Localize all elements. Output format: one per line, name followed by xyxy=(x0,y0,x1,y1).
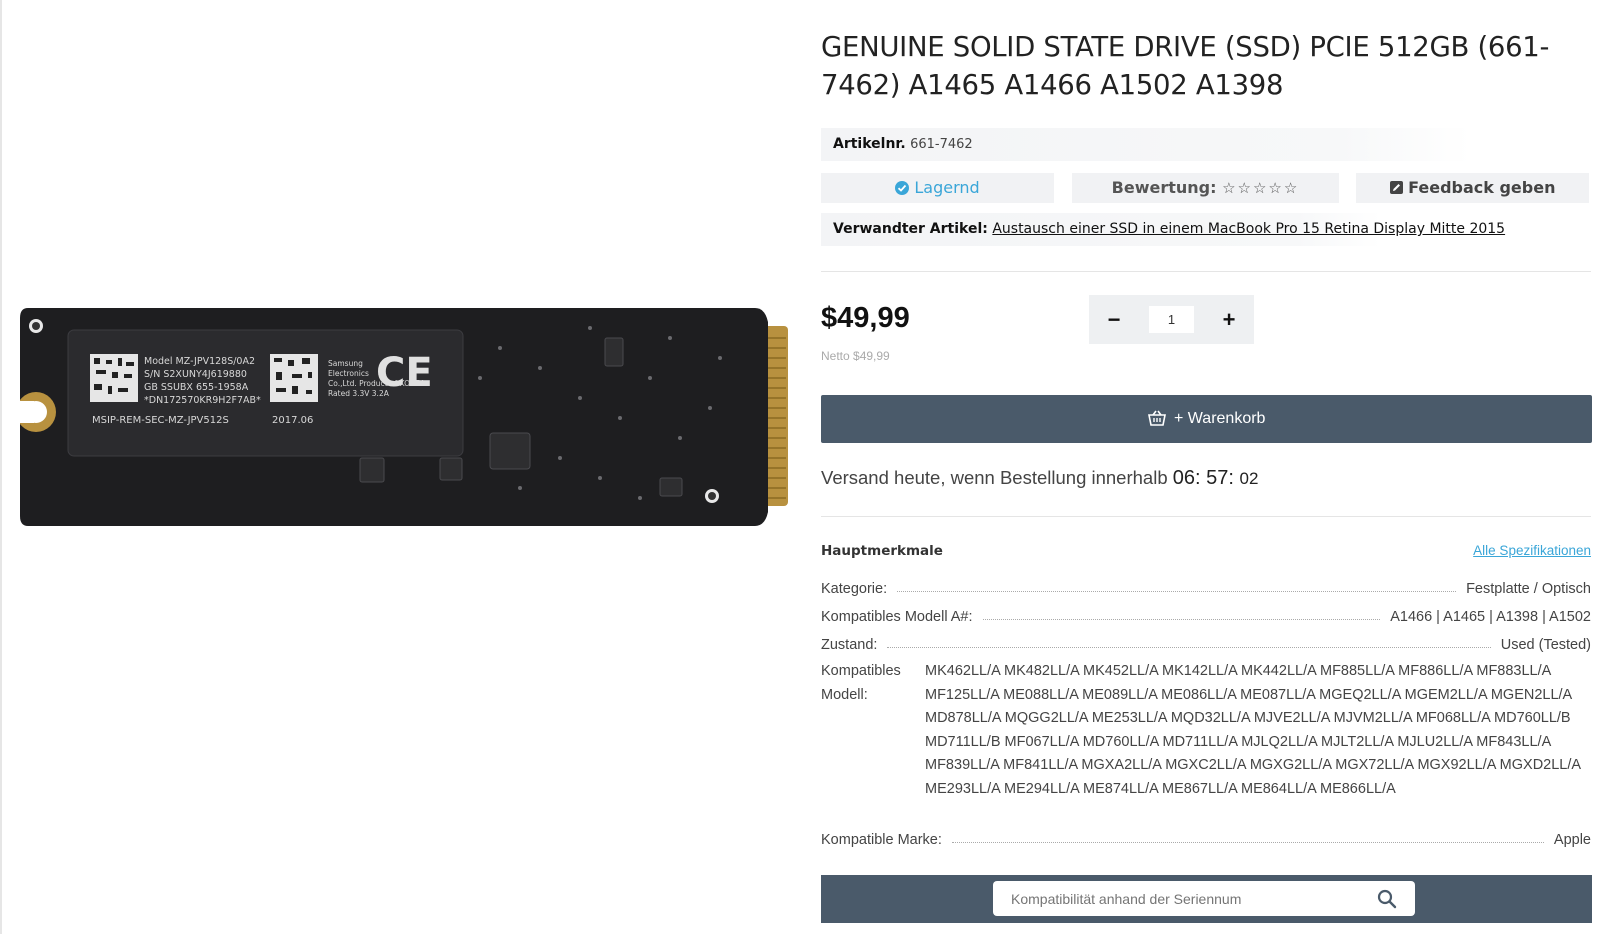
svg-text:2017.06: 2017.06 xyxy=(272,415,313,426)
rating-label: Bewertung: xyxy=(1111,178,1217,197)
spec-dots xyxy=(887,647,1491,648)
sku-label: Artikelnr. xyxy=(833,136,906,152)
product-title: GENUINE SOLID STATE DRIVE (SSD) PCIE 512… xyxy=(821,31,1550,101)
quantity-decrease-button[interactable]: − xyxy=(1094,295,1134,344)
page-edge xyxy=(0,0,2,934)
spec-value: Festplatte / Optisch xyxy=(1466,581,1591,597)
svg-text:GB SSUBX 655-1958A: GB SSUBX 655-1958A xyxy=(144,382,249,393)
spec-dots xyxy=(897,591,1457,592)
add-to-cart-label: + Warenkorb xyxy=(1174,410,1266,427)
related-label: Verwandter Artikel: xyxy=(833,221,988,237)
related-article: Verwandter Artikel: Austausch einer SSD … xyxy=(821,213,1505,246)
specs-title: Hauptmerkmale xyxy=(821,543,943,559)
quantity-input[interactable] xyxy=(1149,306,1194,333)
svg-text:Samsung: Samsung xyxy=(328,359,363,368)
countdown-minutes: 57 xyxy=(1206,467,1229,489)
check-circle-icon xyxy=(895,181,910,195)
quantity-increase-button[interactable]: + xyxy=(1209,295,1249,344)
sku-bar: Artikelnr. 661-7462 xyxy=(821,128,1471,161)
feedback-button[interactable]: Feedback geben xyxy=(1356,173,1589,203)
star-rating-icon[interactable]: ☆☆☆☆☆ xyxy=(1222,179,1299,197)
edit-icon xyxy=(1389,181,1403,194)
related-article-link[interactable]: Austausch einer SSD in einem MacBook Pro… xyxy=(992,221,1505,237)
sku-value: 661-7462 xyxy=(910,137,973,152)
stock-label: Lagernd xyxy=(914,178,980,197)
svg-text:CE: CE xyxy=(376,350,433,396)
spec-key: Kompatible Marke: xyxy=(821,832,942,848)
basket-icon xyxy=(1147,410,1166,426)
spec-dots xyxy=(951,842,1544,843)
netto-price: Netto $49,99 xyxy=(821,349,890,363)
rating[interactable]: Bewertung: ☆☆☆☆☆ xyxy=(1072,173,1339,203)
product-image: Model MZ-JPV128S/0A2 S/N S2XUNY4J619880 … xyxy=(20,308,788,526)
serial-search-input[interactable] xyxy=(993,881,1415,916)
spec-row-compatible-model-number: Kompatibles Modell A#: A1466 | A1465 | A… xyxy=(821,603,1591,625)
add-to-cart-button[interactable]: + Warenkorb xyxy=(821,395,1592,443)
spec-key: Kategorie: xyxy=(821,581,888,597)
svg-text:*DN172570KR9H2F7AB*: *DN172570KR9H2F7AB* xyxy=(144,395,261,406)
spec-value: A1466 | A1465 | A1398 | A1502 xyxy=(1390,609,1591,625)
spec-value: Apple xyxy=(1553,832,1591,848)
spec-value: Used (Tested) xyxy=(1500,637,1591,653)
svg-text:MSIP-REM-SEC-MZ-JPV512S: MSIP-REM-SEC-MZ-JPV512S xyxy=(92,415,229,426)
shipping-countdown: Versand heute, wenn Bestellung innerhalb… xyxy=(821,467,1259,489)
spec-key: Kompatibles Modell A#: xyxy=(821,609,973,625)
price: $49,99 xyxy=(821,302,910,334)
spec-row-brand: Kompatible Marke: Apple xyxy=(821,826,1591,848)
svg-text:S/N S2XUNY4J619880: S/N S2XUNY4J619880 xyxy=(144,369,247,380)
search-icon[interactable] xyxy=(1377,889,1397,909)
spec-key: Kompatibles Modell: xyxy=(821,663,901,703)
divider xyxy=(821,516,1591,517)
spec-dots xyxy=(982,619,1381,620)
spec-key: Zustand: xyxy=(821,637,878,653)
svg-text:Electronics: Electronics xyxy=(328,369,369,378)
stock-status: Lagernd xyxy=(821,173,1054,203)
feedback-label: Feedback geben xyxy=(1408,178,1556,197)
quantity-stepper: − + xyxy=(1089,295,1254,344)
spec-row-condition: Zustand: Used (Tested) xyxy=(821,631,1591,653)
shipping-text: Versand heute, wenn Bestellung innerhalb xyxy=(821,467,1168,488)
countdown-hours: 06 xyxy=(1172,467,1196,489)
serial-search-bar xyxy=(821,875,1592,923)
countdown-seconds: 02 xyxy=(1239,469,1259,488)
spec-row-category: Kategorie: Festplatte / Optisch xyxy=(821,575,1591,597)
all-specs-link[interactable]: Alle Spezifikationen xyxy=(1473,543,1591,558)
divider xyxy=(821,271,1591,272)
svg-text:Model MZ-JPV128S/0A2: Model MZ-JPV128S/0A2 xyxy=(144,356,255,367)
spec-value: MK462LL/A MK482LL/A MK452LL/A MK142LL/A … xyxy=(925,663,1581,797)
